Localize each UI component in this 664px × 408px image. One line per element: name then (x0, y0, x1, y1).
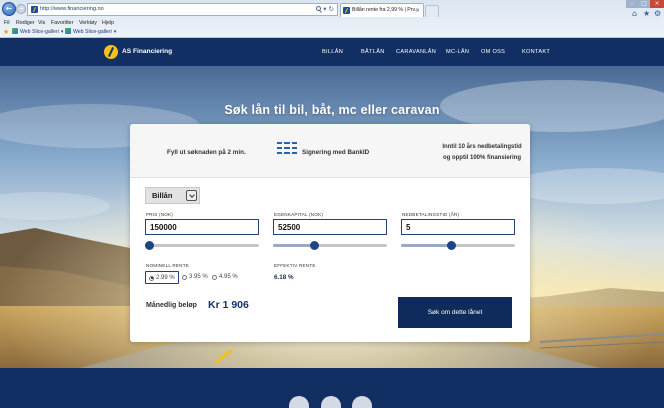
tab-close-icon[interactable]: × (415, 4, 420, 17)
menu-item-fil[interactable]: Fil (4, 19, 10, 27)
new-tab-button[interactable] (425, 5, 439, 17)
rate-option-1[interactable]: 2.99 % (145, 271, 179, 284)
favorite-item-label: Web Slice-galleri (73, 29, 112, 35)
nav-item-caravanlan[interactable]: CARAVANLÅN (396, 45, 436, 59)
menu-item-hjelp[interactable]: Hjelp (102, 19, 114, 27)
menu-item-rediger[interactable]: Rediger (16, 19, 35, 27)
chevron-down-icon: ▾ (113, 29, 117, 35)
rate-option-label: 4.95 % (219, 274, 238, 280)
tab-title: Billån rente fra 2,99 % | Prv... (352, 7, 419, 13)
menu-item-vis[interactable]: Vis (38, 19, 45, 27)
hero: Søk lån til bil, båt, mc eller caravan F… (0, 66, 664, 368)
slider-fill (401, 244, 452, 247)
slider-handle[interactable] (145, 241, 154, 250)
logo-text[interactable]: AS Financiering (122, 45, 172, 59)
menu-item-favoritter[interactable]: Favoritter (51, 19, 73, 27)
tab-favicon-icon (343, 7, 350, 14)
rate-option-label: 2.99 % (156, 275, 175, 281)
nominal-rate-label: NOMINELL RENTE (146, 263, 189, 268)
effective-rate-label: EFFEKTIV RENTE (274, 263, 316, 268)
search-icon[interactable] (316, 6, 322, 11)
close-window-icon[interactable]: × (650, 0, 664, 8)
chevron-down-icon[interactable] (186, 190, 197, 201)
nav-item-mc-lan[interactable]: MC-LÅN (446, 45, 469, 59)
nav-item-kontakt[interactable]: KONTAKT (522, 45, 550, 59)
price-input[interactable] (145, 219, 259, 235)
equity-slider[interactable] (273, 241, 387, 250)
logo-icon[interactable] (104, 45, 118, 59)
favorites-star-icon[interactable]: ★ (3, 28, 9, 37)
loan-type-select[interactable]: Billån (145, 187, 200, 204)
forward-icon[interactable]: → (16, 4, 26, 14)
minimize-icon[interactable]: – (626, 0, 638, 8)
star-icon[interactable]: ★ (643, 9, 650, 18)
web-slice-icon (65, 28, 71, 34)
maximize-icon[interactable]: □ (638, 0, 650, 8)
menu-item-verktoy[interactable]: Verktøy (79, 19, 97, 27)
effective-rate-value: 6.18 % (274, 274, 294, 281)
gear-icon[interactable]: ⚙ (654, 9, 661, 18)
feature-quick-application: Fyll ut søknaden på 2 min. (167, 149, 246, 156)
favorite-item-1[interactable]: Web Slice-galleri ▾ (12, 28, 63, 37)
slider-handle[interactable] (446, 241, 456, 250)
site-favicon-icon (31, 6, 38, 13)
equity-input[interactable] (273, 219, 387, 235)
back-icon[interactable]: ← (2, 2, 16, 16)
equity-label: EGENKAPITAL (NOK) (274, 212, 324, 217)
feature-financing-line-1: Inntil 10 års nedbetalingstid (442, 144, 522, 150)
address-bar-icons: ▾ ↻ (316, 4, 334, 15)
monthly-payment-label: Månedlig beløp (146, 302, 197, 309)
hero-title: Søk lån til bil, båt, mc eller caravan (224, 103, 440, 117)
term-label: NEDBETALINGSTID (ÅR) (402, 212, 460, 217)
features-band: Fyll ut søknaden på 2 min. Signering med… (130, 124, 530, 178)
feature-bankid-signing: Signering med BankID (302, 149, 370, 156)
site-header: AS Financiering BILLÅN BÅTLÅN CARAVANLÅN… (0, 38, 664, 66)
footer-circle-icon[interactable] (321, 396, 341, 408)
nav-item-billan[interactable]: BILLÅN (322, 45, 343, 59)
browser-chrome: ← → http://www.financiering.no ▾ ↻ Billå… (0, 0, 664, 38)
address-bar[interactable]: http://www.financiering.no ▾ ↻ (27, 3, 338, 16)
home-icon[interactable]: ⌂ (632, 9, 637, 18)
feature-financing: Inntil 10 års nedbetalingstid og opptil … (430, 142, 530, 164)
dropdown-icon[interactable]: ▾ (323, 5, 326, 13)
radio-button[interactable] (182, 274, 187, 280)
site-footer (0, 368, 664, 408)
slider-fill (273, 244, 315, 247)
chevron-down-icon: ▾ (60, 29, 64, 35)
web-slice-icon (12, 28, 18, 34)
slider-track[interactable] (145, 244, 259, 247)
nav-item-om-oss[interactable]: OM OSS (481, 45, 505, 59)
favorite-item-label: Web Slice-galleri (20, 29, 59, 35)
term-slider[interactable] (401, 241, 515, 250)
loan-calculator-card: Fyll ut søknaden på 2 min. Signering med… (130, 124, 530, 342)
nav-item-batlan[interactable]: BÅTLÅN (361, 45, 385, 59)
term-input[interactable] (401, 219, 515, 235)
price-label: PRIS (NOK) (146, 212, 174, 217)
footer-circle-icon[interactable] (352, 396, 372, 408)
address-url[interactable]: http://www.financiering.no (40, 4, 104, 15)
loan-type-value: Billån (152, 191, 173, 200)
bankid-icon (277, 141, 297, 155)
apply-loan-button[interactable]: Søk om dette lånet (398, 297, 512, 328)
rate-option-3[interactable]: 4.95 % (209, 271, 239, 284)
slider-handle[interactable] (309, 241, 319, 250)
radio-button[interactable] (149, 275, 154, 281)
rate-option-2[interactable]: 3.95 % (179, 271, 209, 284)
monthly-payment-value: Kr 1 906 (208, 299, 249, 311)
rate-option-label: 3.95 % (189, 274, 208, 280)
favorite-item-2[interactable]: Web Slice-galleri ▾ (65, 28, 116, 37)
feature-financing-line-2: og opptil 100% finansiering (442, 155, 521, 161)
refresh-icon[interactable]: ↻ (329, 5, 334, 13)
tab-active[interactable]: Billån rente fra 2,99 % | Prv... × (340, 3, 424, 17)
price-slider[interactable] (145, 241, 259, 250)
radio-button[interactable] (212, 274, 217, 280)
footer-circle-icon[interactable] (289, 396, 309, 408)
